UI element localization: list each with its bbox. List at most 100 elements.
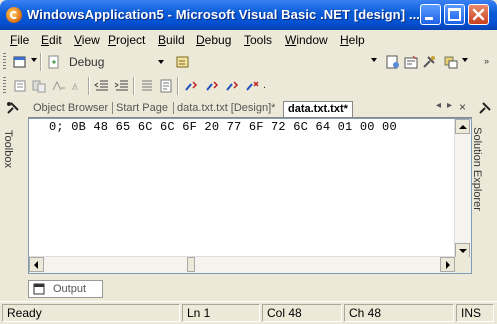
status-line: Ln 1 — [182, 304, 260, 322]
status-insert-mode: INS — [456, 304, 494, 322]
solution-explorer-icon[interactable] — [385, 54, 401, 70]
text-editor[interactable]: 0; 0B 48 65 6C 6C 6F 20 77 6F 72 6C 64 0… — [28, 118, 472, 274]
editor-line[interactable]: 0; 0B 48 65 6C 6C 6F 20 77 6F 72 6C 64 0… — [49, 120, 397, 134]
word-completion-icon[interactable]: A — [70, 78, 86, 94]
tab-start-page[interactable]: Start Page — [116, 102, 168, 114]
toolbar-separator — [88, 77, 90, 95]
status-bar: Ready Ln 1 Col 48 Ch 48 INS — [0, 301, 497, 324]
toolbar-separator — [133, 77, 135, 95]
arrow-left-icon — [34, 261, 38, 269]
solution-explorer-panel-tab[interactable]: Solution Explorer — [471, 99, 495, 211]
status-line-text: Ln 1 — [187, 306, 211, 320]
solution-config-combo[interactable]: Debug — [66, 52, 168, 72]
close-button[interactable] — [468, 4, 489, 25]
menu-help[interactable]: Help — [340, 33, 365, 47]
next-bookmark-icon[interactable] — [205, 78, 221, 94]
standard-toolbar: Debug » — [0, 50, 497, 74]
horizontal-scroll-thumb[interactable] — [187, 257, 195, 272]
toolbox-label: Toolbox — [1, 130, 14, 168]
output-icon — [33, 283, 45, 295]
toolbox-panel-tab[interactable]: Toolbox — [1, 99, 23, 179]
arrow-up-icon — [459, 125, 467, 129]
toolbox-icon[interactable] — [421, 54, 437, 70]
status-ch-text: Ch 48 — [349, 306, 382, 320]
toolbar-overflow-icon[interactable]: . — [263, 79, 266, 91]
status-message: Ready — [2, 304, 180, 322]
text-editor-toolbar: A . — [0, 74, 497, 98]
window-title: WindowsApplication5 - Microsoft Visual B… — [27, 7, 421, 22]
toggle-bookmark-icon[interactable] — [184, 78, 200, 94]
tab-data-design[interactable]: data.txt.txt [Design]* — [177, 102, 275, 114]
tab-separator — [173, 102, 174, 114]
document-tab-strip: Object Browser Start Page data.txt.txt [… — [28, 99, 472, 118]
scroll-left-button[interactable] — [29, 257, 44, 272]
comment-lines-icon[interactable] — [139, 78, 155, 94]
toolbar-grip[interactable] — [3, 53, 6, 71]
tab-data-text[interactable]: data.txt.txt* — [283, 101, 353, 117]
minimize-button[interactable] — [420, 4, 441, 25]
minimize-icon — [425, 17, 433, 20]
scroll-up-button[interactable] — [455, 119, 470, 134]
chevron-down-icon[interactable] — [371, 58, 377, 62]
arrow-right-icon — [446, 261, 450, 269]
quick-info-icon[interactable] — [50, 78, 66, 94]
menu-window[interactable]: Window — [285, 33, 328, 47]
tab-separator — [112, 102, 113, 114]
find-in-files-icon[interactable] — [175, 54, 191, 70]
scroll-down-button[interactable] — [455, 243, 470, 258]
menu-build[interactable]: Build — [158, 33, 185, 47]
chevron-down-icon[interactable] — [158, 60, 164, 64]
vs-ide-window: WindowsApplication5 - Microsoft Visual B… — [0, 0, 497, 324]
vertical-scrollbar[interactable] — [454, 119, 471, 258]
menu-tools[interactable]: Tools — [244, 33, 272, 47]
new-project-icon[interactable] — [12, 54, 28, 70]
menu-debug[interactable]: Debug — [196, 33, 231, 47]
maximize-button[interactable] — [444, 4, 465, 25]
output-panel-tab[interactable]: Output — [28, 280, 103, 298]
solution-config-value: Debug — [69, 55, 105, 69]
properties-icon[interactable] — [403, 54, 419, 70]
toolbar-grip[interactable] — [3, 77, 6, 95]
menu-bar: File Edit View Project Build Debug Tools… — [0, 30, 497, 50]
previous-bookmark-icon[interactable] — [225, 78, 241, 94]
status-column: Col 48 — [262, 304, 342, 322]
uncomment-lines-icon[interactable] — [158, 78, 174, 94]
solution-explorer-icon — [479, 102, 491, 114]
solution-explorer-label: Solution Explorer — [470, 127, 483, 211]
title-bar[interactable]: WindowsApplication5 - Microsoft Visual B… — [0, 0, 497, 30]
class-view-icon[interactable] — [443, 54, 459, 70]
decrease-indent-icon[interactable] — [94, 78, 110, 94]
status-character: Ch 48 — [344, 304, 454, 322]
maximize-icon — [448, 8, 461, 21]
chevron-down-icon[interactable] — [462, 58, 468, 62]
menu-file[interactable]: File — [10, 33, 29, 47]
tab-object-browser[interactable]: Object Browser — [33, 102, 108, 114]
scrollbar-corner — [455, 257, 471, 273]
output-label: Output — [53, 283, 87, 295]
tab-scroll-left-icon[interactable]: ◂ — [436, 100, 441, 111]
toolbox-icon — [7, 102, 19, 114]
add-item-icon[interactable] — [46, 54, 62, 70]
status-ready-text: Ready — [7, 306, 42, 320]
display-parameter-info-icon[interactable] — [31, 78, 47, 94]
display-object-member-list-icon[interactable] — [12, 78, 28, 94]
clear-bookmarks-icon[interactable] — [245, 78, 261, 94]
tab-scroll-right-icon[interactable]: ▸ — [447, 100, 452, 111]
horizontal-scrollbar[interactable] — [29, 256, 455, 273]
menu-view[interactable]: View — [74, 33, 100, 47]
menu-edit[interactable]: Edit — [41, 33, 62, 47]
scroll-right-button[interactable] — [440, 257, 455, 272]
increase-indent-icon[interactable] — [114, 78, 130, 94]
arrow-down-icon — [459, 249, 467, 253]
menu-project[interactable]: Project — [108, 33, 145, 47]
chevron-down-icon[interactable] — [31, 58, 37, 62]
status-col-text: Col 48 — [267, 306, 302, 320]
toolbar-separator — [40, 53, 42, 71]
vb-app-icon[interactable] — [6, 7, 22, 23]
close-document-icon[interactable]: × — [459, 100, 466, 114]
status-mode-text: INS — [461, 306, 482, 320]
svg-text:A: A — [73, 84, 77, 90]
close-icon — [472, 8, 485, 21]
toolbar-separator — [177, 77, 179, 95]
toolbar-overflow-icon[interactable]: » — [484, 56, 489, 66]
